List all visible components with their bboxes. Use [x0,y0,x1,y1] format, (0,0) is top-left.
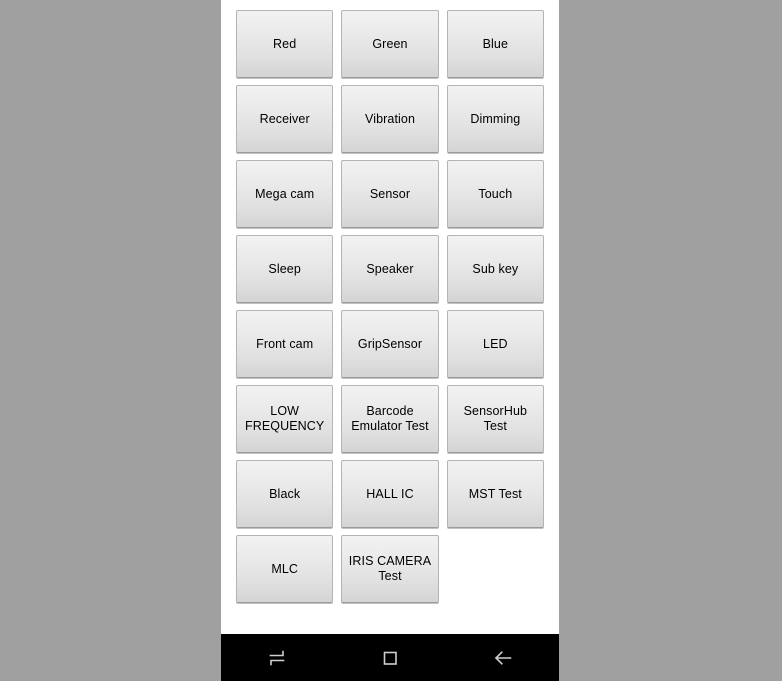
home-icon [379,647,401,669]
test-button-mst-test[interactable]: MST Test [446,460,544,528]
test-button-iris-camera-test[interactable]: IRIS CAMERA Test [341,535,439,603]
button-label: Sub key [472,261,519,276]
button-label: Sensor [369,186,411,201]
test-button-speaker[interactable]: Speaker [341,235,439,303]
nav-recents-button[interactable] [242,634,312,681]
button-label: Vibration [364,111,415,126]
button-label: Sleep [268,261,301,276]
button-label: LOW FREQUENCY [244,404,325,433]
test-button-low-frequency[interactable]: LOW FREQUENCY [236,385,334,453]
test-button-front-cam[interactable]: Front cam [236,310,334,378]
system-navigation-bar [221,634,559,681]
button-label: MLC [271,561,299,576]
test-button-sleep[interactable]: Sleep [236,235,334,303]
test-button-vibration[interactable]: Vibration [341,85,439,153]
test-button-mega-cam[interactable]: Mega cam [236,160,334,228]
grid-cell-empty [447,535,544,603]
button-label: Front cam [256,336,314,351]
test-button-gripsensor[interactable]: GripSensor [341,310,439,378]
test-button-touch[interactable]: Touch [446,160,544,228]
screen-root: Red Green Blue Receiver Vibration Dimmin… [0,0,782,681]
button-label: HALL IC [366,486,414,501]
button-label: GripSensor [357,336,423,351]
button-label: Red [273,36,297,51]
button-label: Black [269,486,301,501]
nav-home-button[interactable] [355,634,425,681]
test-button-mlc[interactable]: MLC [236,535,334,603]
button-label: MST Test [468,486,522,501]
button-label: Speaker [366,261,414,276]
button-label: Blue [482,36,509,51]
test-button-red[interactable]: Red [236,10,334,78]
button-label: Mega cam [255,186,315,201]
button-label: Receiver [259,111,310,126]
test-button-sub-key[interactable]: Sub key [446,235,544,303]
test-button-hall-ic[interactable]: HALL IC [341,460,439,528]
button-label: IRIS CAMERA Test [348,554,432,583]
test-button-dimming[interactable]: Dimming [446,85,544,153]
recents-icon [266,647,288,669]
test-button-barcode-emulator-test[interactable]: Barcode Emulator Test [341,385,439,453]
test-button-blue[interactable]: Blue [446,10,544,78]
test-button-sensorhub-test[interactable]: SensorHub Test [446,385,544,453]
button-label: SensorHub Test [463,404,528,433]
test-button-grid: Red Green Blue Receiver Vibration Dimmin… [221,0,559,603]
back-arrow-icon [491,647,515,669]
nav-back-button[interactable] [468,634,538,681]
button-label: Touch [478,186,513,201]
test-button-black[interactable]: Black [236,460,334,528]
button-label: Dimming [470,111,521,126]
test-button-led[interactable]: LED [446,310,544,378]
test-button-receiver[interactable]: Receiver [236,85,334,153]
device-viewport: Red Green Blue Receiver Vibration Dimmin… [221,0,559,681]
button-label: Green [372,36,408,51]
button-label: LED [483,336,508,351]
button-label: Barcode Emulator Test [351,404,429,433]
test-button-green[interactable]: Green [341,10,439,78]
app-content-area: Red Green Blue Receiver Vibration Dimmin… [221,0,559,634]
test-button-sensor[interactable]: Sensor [341,160,439,228]
